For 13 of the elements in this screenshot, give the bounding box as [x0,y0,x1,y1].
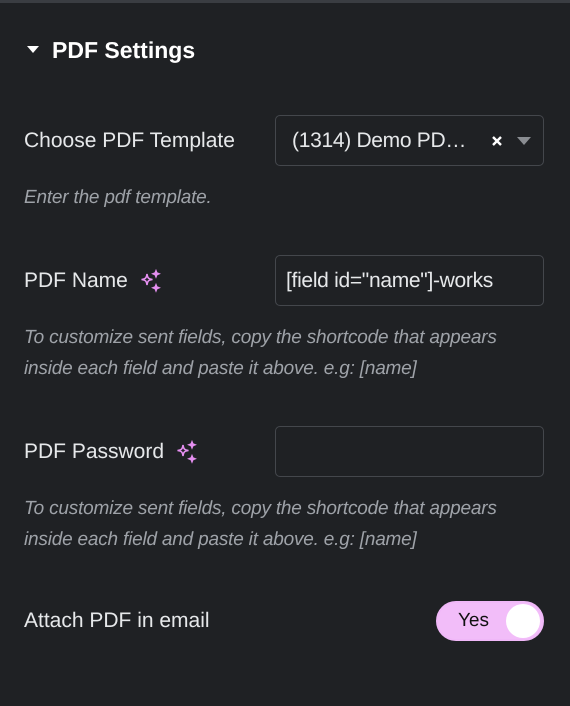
field-label: PDF Name [24,268,128,292]
field-description: Enter the pdf template. [23,186,213,210]
text-field[interactable]: [field id="name"]-works [275,255,544,306]
toggle-switch[interactable]: Yes [436,600,544,640]
field-description: To customize sent fields, copy the shortcode that appears inside each field and paste it above. e.g: [name] [23,497,498,552]
clear-icon[interactable] [491,134,503,146]
section-title[interactable]: PDF Settings [52,36,196,64]
field-label: Attach PDF in email [24,608,210,632]
field-description: To customize sent fields, copy the shortcode that appears inside each field and paste it above. e.g: [name] [23,326,498,381]
text-field[interactable] [275,426,544,477]
template-select[interactable]: (1314) Demo PD… [275,115,544,166]
field-label: PDF Password [24,440,164,464]
field-label: Choose PDF Template [24,128,235,152]
